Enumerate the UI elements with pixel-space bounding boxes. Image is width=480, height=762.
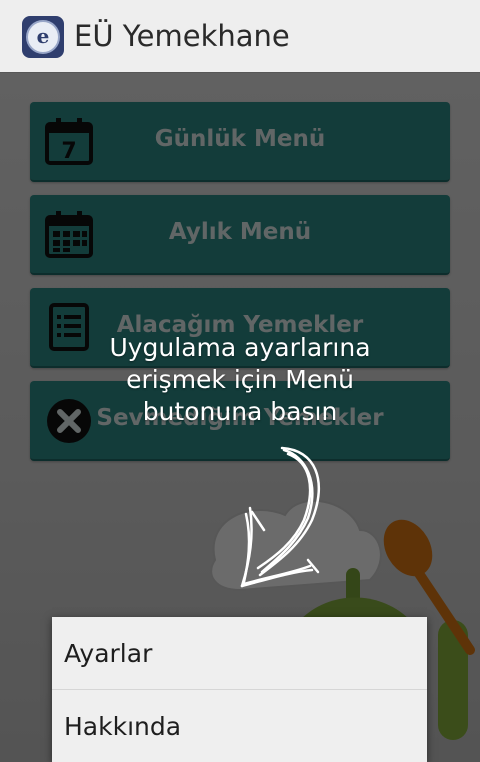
tutorial-hint: Uygulama ayarlarına erişmek için Menü bu… — [60, 332, 420, 428]
action-bar: e EÜ Yemekhane — [0, 0, 480, 73]
daily-menu-label: Günlük Menü — [154, 126, 326, 152]
monthly-menu-label: Aylık Menü — [168, 219, 312, 245]
settings-menu-item[interactable]: Ayarlar — [52, 617, 427, 690]
hint-line-1: Uygulama ayarlarına — [109, 333, 371, 362]
app-logo-icon[interactable]: e — [22, 16, 64, 58]
app-title: EÜ Yemekhane — [74, 19, 290, 53]
hand-drawn-arrow-icon — [240, 446, 321, 588]
daily-menu-button[interactable]: 7 Günlük Menü — [30, 102, 450, 182]
options-menu: Ayarlar Hakkında — [52, 617, 427, 762]
app-logo-letter: e — [26, 20, 60, 54]
about-menu-item[interactable]: Hakkında — [52, 690, 427, 762]
hint-line-3: butonuna basın — [142, 397, 338, 426]
hint-line-2: erişmek için Menü — [126, 365, 354, 394]
monthly-menu-button[interactable]: Aylık Menü — [30, 195, 450, 275]
